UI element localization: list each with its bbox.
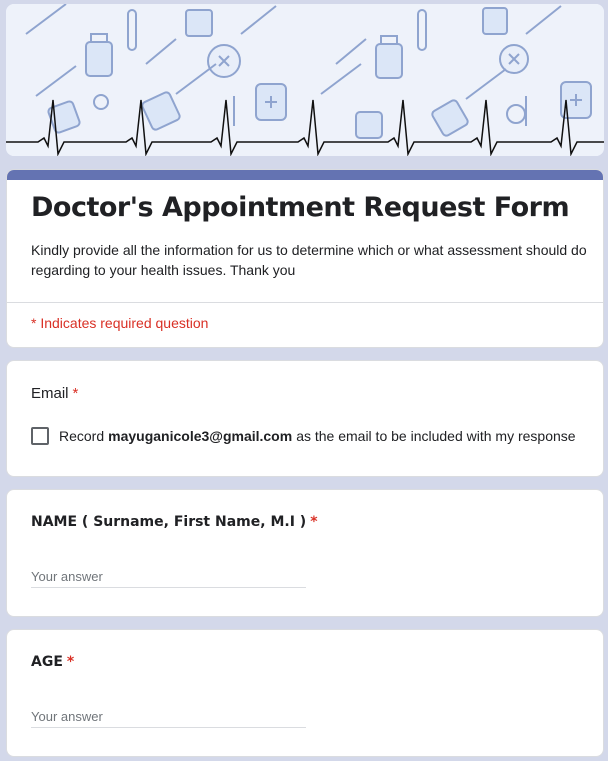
medical-pattern-icon [6,4,604,156]
email-label-text: Email [31,385,69,402]
name-label-text: NAME ( Surname, First Name, M.I ) [31,514,307,530]
required-star: * [310,514,318,530]
accent-bar [7,170,603,180]
name-label: NAME ( Surname, First Name, M.I ) * [31,514,318,530]
age-label: AGE * [31,654,74,670]
email-label: Email * [31,385,78,402]
record-suffix: as the email to be included with my resp… [296,428,576,444]
header-banner [6,4,604,156]
divider [7,302,603,303]
record-email-address: mayuganicole3@gmail.com [108,428,293,444]
age-question-card: AGE * [6,629,604,757]
name-answer-input[interactable] [31,566,306,588]
age-answer-input[interactable] [31,706,306,728]
name-question-card: NAME ( Surname, First Name, M.I ) * [6,489,604,617]
form-description: Kindly provide all the information for u… [31,242,587,278]
age-label-text: AGE [31,654,63,670]
required-star: * [66,654,75,670]
form-title-card: Doctor's Appointment Request Form Kindly… [6,169,604,348]
required-star: * [72,385,79,402]
record-email-checkbox[interactable] [31,427,49,445]
email-question-card: Email * Record mayuganicole3@gmail.com as… [6,360,604,477]
record-prefix: Record [59,428,105,444]
required-note: * Indicates required question [31,315,209,331]
form-title: Doctor's Appointment Request Form [31,192,570,223]
record-email-option[interactable]: Record mayuganicole3@gmail.com as the em… [31,427,576,445]
